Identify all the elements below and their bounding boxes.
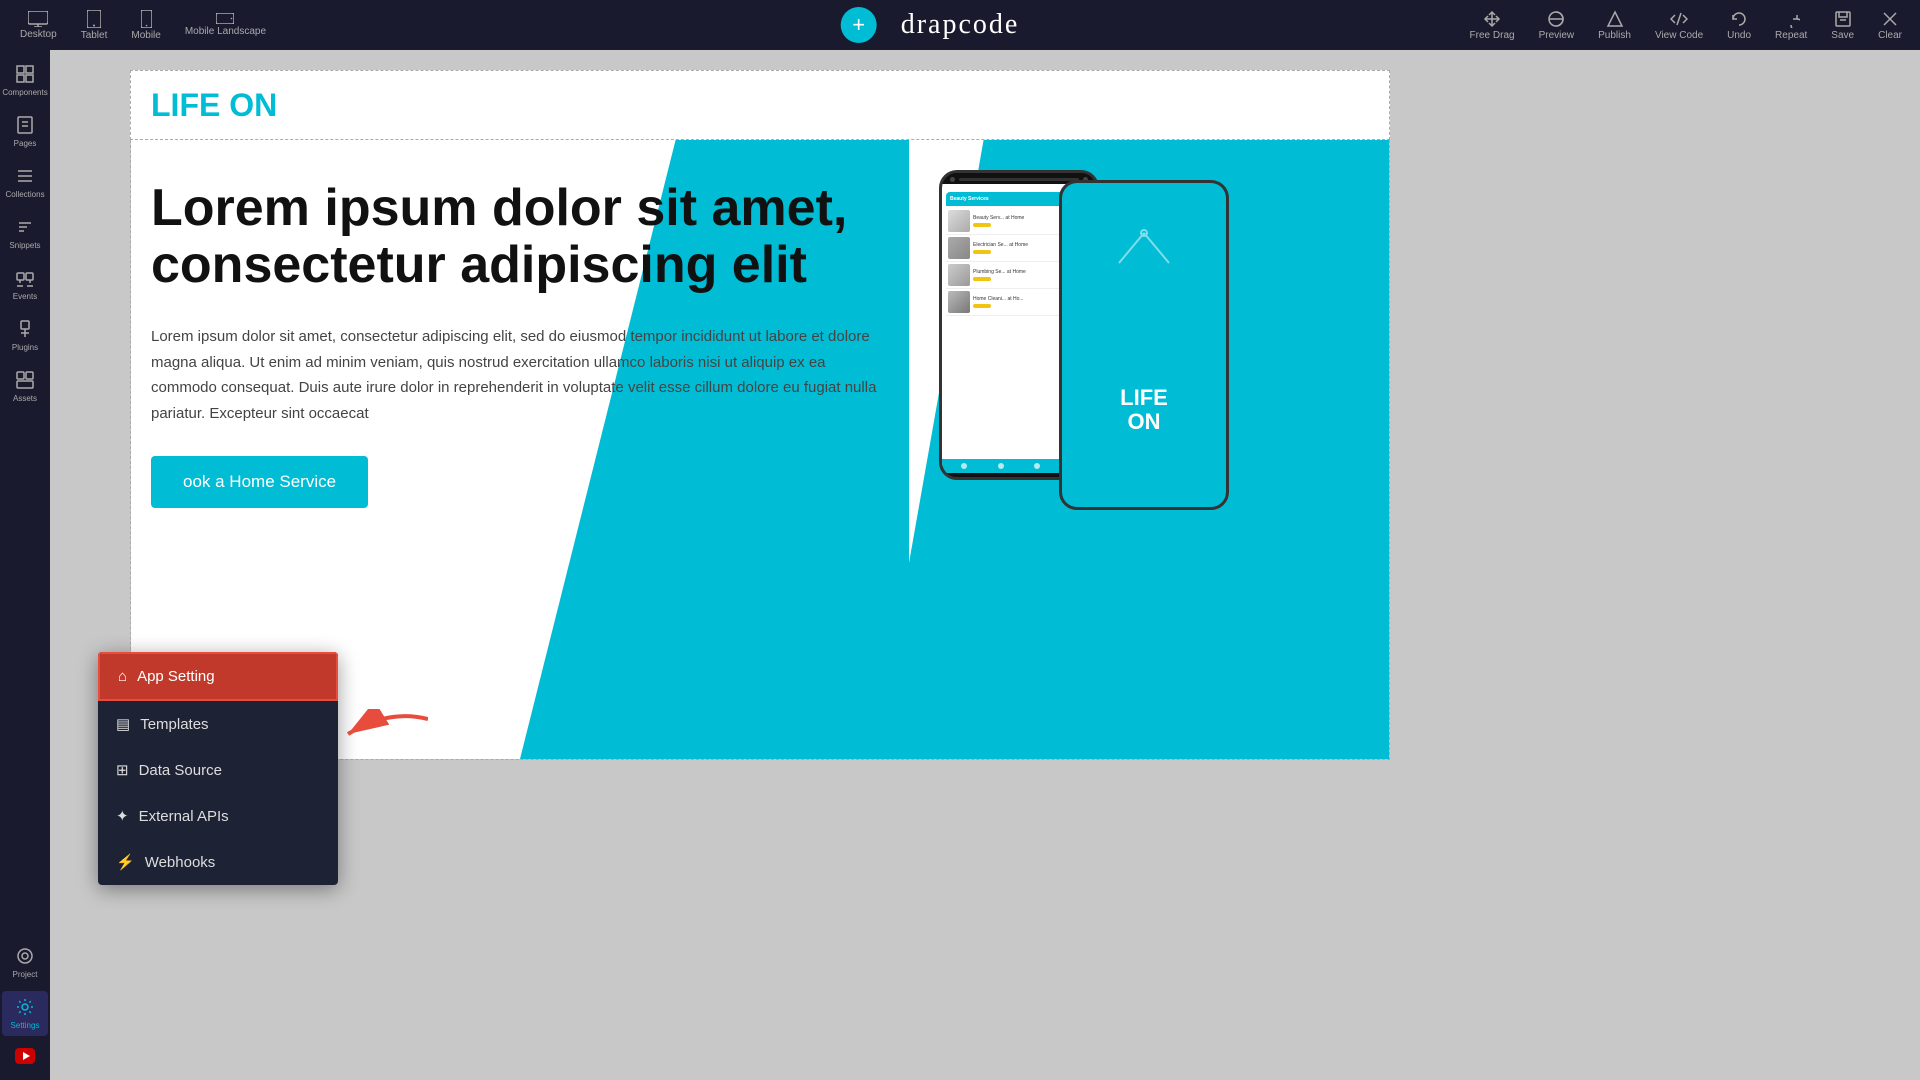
add-button[interactable]: + [841, 7, 877, 43]
view-code-button[interactable]: View Code [1647, 6, 1711, 45]
main-area: Components Pages Collections Snippets Ev… [0, 50, 1920, 1080]
sidebar-item-youtube[interactable] [2, 1042, 48, 1072]
popup-item-webhooks[interactable]: ⚡ Webhooks [98, 839, 338, 885]
database-icon: ⊞ [116, 761, 129, 779]
device-btn-mobile[interactable]: Mobile [121, 6, 170, 45]
sidebar-item-components[interactable]: Components [2, 58, 48, 103]
sidebar-item-collections[interactable]: Collections [2, 160, 48, 205]
book-service-button[interactable]: ook a Home Service [151, 456, 368, 508]
sidebar-item-settings[interactable]: Settings [2, 991, 48, 1036]
repeat-button[interactable]: Repeat [1767, 6, 1815, 45]
asterisk-icon: ✦ [116, 807, 129, 825]
sidebar-item-plugins[interactable]: Plugins [2, 313, 48, 358]
hero-top-bar: LIFE ON [130, 70, 1390, 140]
hero-content-right: Beauty Services Beauty Serv... at Home [909, 140, 1389, 759]
clear-button[interactable]: Clear [1870, 6, 1910, 45]
undo-button[interactable]: Undo [1719, 6, 1759, 45]
camera-bar [959, 178, 1079, 181]
save-button[interactable]: Save [1823, 6, 1862, 45]
home-icon: ⌂ [118, 668, 127, 685]
hero-life-on: LIFE ON [151, 87, 277, 124]
device-btn-landscape[interactable]: Mobile Landscape [175, 9, 276, 41]
popup-menu: ⌂ App Setting ▤ Templates ⊞ Data Source … [98, 652, 338, 885]
phones-group: Beauty Services Beauty Serv... at Home [939, 170, 1319, 610]
preview-button[interactable]: Preview [1531, 6, 1583, 45]
sidebar-item-project[interactable]: Project [2, 940, 48, 985]
phone-front: LIFE ON [1059, 180, 1229, 510]
canvas-area: LIFE ON Lorem ipsum dolor sit amet, cons… [50, 50, 1920, 1080]
sidebar-item-assets[interactable]: Assets [2, 364, 48, 409]
top-toolbar: Desktop Tablet Mobile Mobile Landscape +… [0, 0, 1920, 50]
toolbar-right: Free Drag Preview Publish View Code Undo… [1462, 6, 1910, 45]
phone-life-text: LIFE ON [1120, 386, 1168, 434]
device-btn-tablet[interactable]: Tablet [71, 6, 118, 45]
device-btn-desktop[interactable]: Desktop [10, 7, 67, 44]
left-sidebar: Components Pages Collections Snippets Ev… [0, 50, 50, 1080]
bolt-icon: ⚡ [116, 853, 135, 871]
toolbar-center: + drapcode [901, 9, 1020, 41]
red-arrow [338, 709, 428, 764]
brand-logo: drapcode [901, 9, 1020, 41]
free-drag-button[interactable]: Free Drag [1462, 6, 1523, 45]
sidebar-item-pages[interactable]: Pages [2, 109, 48, 154]
phone-front-screen: LIFE ON [1062, 194, 1226, 496]
publish-button[interactable]: Publish [1590, 6, 1639, 45]
popup-item-data-source[interactable]: ⊞ Data Source [98, 747, 338, 793]
hero-heading: Lorem ipsum dolor sit amet, consectetur … [151, 180, 879, 294]
popup-item-app-setting[interactable]: ⌂ App Setting [98, 652, 338, 701]
sidebar-item-events[interactable]: Events [2, 262, 48, 307]
file-icon: ▤ [116, 715, 130, 733]
camera-dot [950, 177, 955, 182]
hero-paragraph: Lorem ipsum dolor sit amet, consectetur … [151, 324, 879, 426]
sidebar-item-snippets[interactable]: Snippets [2, 211, 48, 256]
popup-item-templates[interactable]: ▤ Templates [98, 701, 338, 747]
toolbar-left: Desktop Tablet Mobile Mobile Landscape [10, 6, 276, 45]
white-canvas: LIFE ON Lorem ipsum dolor sit amet, cons… [50, 50, 1920, 1080]
popup-item-external-apis[interactable]: ✦ External APIs [98, 793, 338, 839]
